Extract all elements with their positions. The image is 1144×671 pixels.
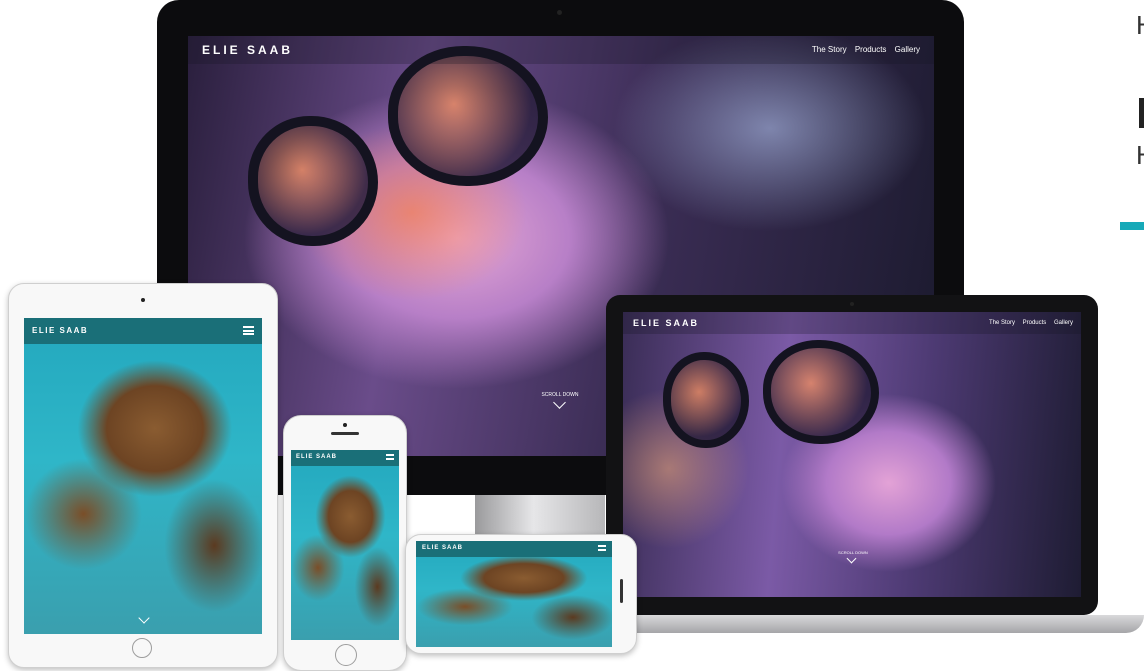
desktop-nav-links: The Story Products Gallery — [806, 45, 920, 54]
laptop-nav-links: The Story Products Gallery — [983, 320, 1073, 326]
monitor-camera — [557, 10, 562, 15]
nav-the-story[interactable]: The Story — [812, 45, 847, 54]
laptop: ELIE SAAB The Story Products Gallery SCR… — [606, 295, 1098, 615]
phone-speaker — [331, 432, 359, 435]
nav-the-story[interactable]: The Story — [989, 320, 1015, 326]
nav-gallery[interactable]: Gallery — [895, 45, 920, 54]
phone-camera — [343, 423, 347, 427]
sunglasses-left-lens — [248, 116, 378, 246]
sunglasses-right-lens — [763, 340, 879, 444]
nav-products[interactable]: Products — [1023, 320, 1047, 326]
cropped-heading-fragment: H — [1136, 140, 1144, 171]
hamburger-menu-icon[interactable] — [386, 454, 394, 461]
chevron-down-icon[interactable] — [553, 396, 566, 409]
monitor-stand — [475, 495, 605, 535]
tablet-camera — [141, 298, 145, 302]
home-button-icon[interactable] — [335, 644, 357, 666]
brand-logo[interactable]: ELIE SAAB — [633, 318, 699, 328]
cropped-heading-mark — [1139, 98, 1144, 128]
hamburger-menu-icon[interactable] — [598, 545, 606, 552]
desktop-navbar: ELIE SAAB The Story Products Gallery — [188, 36, 934, 64]
phone-screen: ELIE SAAB — [291, 450, 399, 640]
home-button-icon[interactable] — [132, 638, 152, 658]
chevron-down-icon[interactable] — [846, 553, 857, 564]
laptop-camera — [850, 302, 854, 306]
nav-products[interactable]: Products — [855, 45, 887, 54]
phone-portrait: ELIE SAAB — [283, 415, 407, 671]
cropped-heading-fragment: H — [1136, 10, 1144, 41]
brand-logo[interactable]: ELIE SAAB — [296, 454, 337, 460]
phone-landscape-speaker — [620, 579, 623, 603]
phone-header: ELIE SAAB — [291, 450, 399, 466]
chevron-down-icon[interactable] — [138, 612, 150, 624]
tablet: ELIE SAAB — [8, 283, 278, 668]
laptop-base — [560, 615, 1144, 633]
laptop-navbar: ELIE SAAB The Story Products Gallery — [623, 312, 1081, 334]
brand-logo[interactable]: ELIE SAAB — [32, 326, 88, 335]
brand-logo[interactable]: ELIE SAAB — [202, 43, 293, 57]
accent-divider — [1120, 222, 1144, 230]
phone-landscape-screen: ELIE SAAB — [416, 541, 612, 647]
sunglasses-right-lens — [388, 46, 548, 186]
hamburger-menu-icon[interactable] — [243, 326, 254, 335]
sunglasses-left-lens — [663, 352, 749, 448]
phone-landscape-header: ELIE SAAB — [416, 541, 612, 557]
nav-gallery[interactable]: Gallery — [1054, 320, 1073, 326]
laptop-screen: ELIE SAAB The Story Products Gallery SCR… — [623, 312, 1081, 597]
brand-logo[interactable]: ELIE SAAB — [422, 545, 463, 551]
tablet-header: ELIE SAAB — [24, 318, 262, 344]
phone-landscape: ELIE SAAB — [405, 534, 637, 654]
tablet-screen: ELIE SAAB — [24, 318, 262, 634]
